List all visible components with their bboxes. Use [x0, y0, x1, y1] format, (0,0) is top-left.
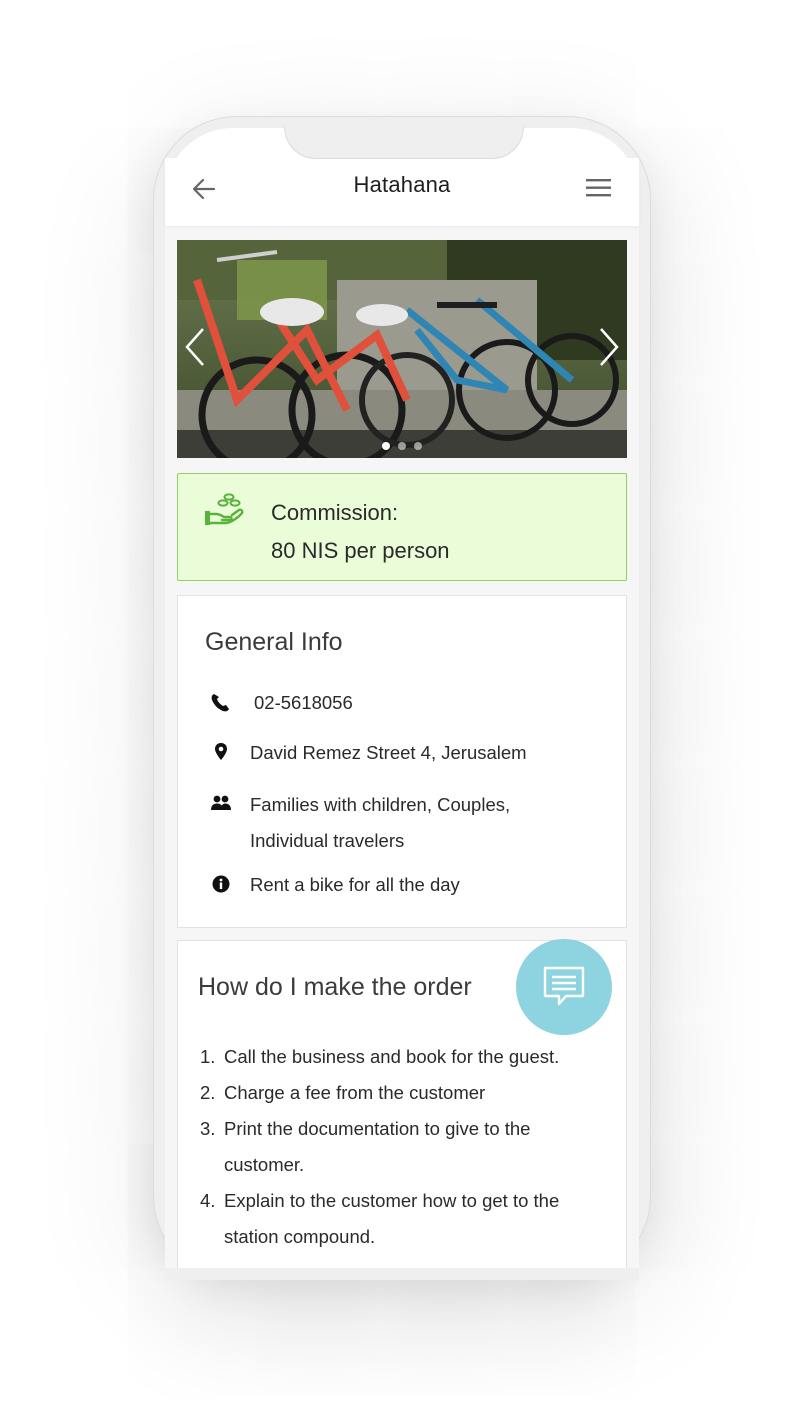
page-title: Hatahana — [353, 172, 451, 197]
general-info-title: General Info — [205, 628, 343, 656]
commission-text: Commission: 80 NIS per person — [271, 494, 450, 570]
order-step-text-continued: customer. — [224, 1154, 305, 1175]
audience-line-2: Individual travelers — [250, 830, 405, 851]
general-info-card: General Info 02-5618056 David Remez Stre… — [177, 595, 627, 928]
app-header: Hatahana — [165, 158, 639, 226]
info-icon — [212, 875, 230, 893]
address-text[interactable]: David Remez Street 4, Jerusalem — [250, 735, 590, 771]
chevron-left-icon — [185, 328, 204, 366]
carousel-prev-button[interactable] — [181, 325, 211, 369]
order-step-number: 3. — [200, 1118, 216, 1139]
carousel-dot-1[interactable] — [382, 442, 390, 450]
order-step: 1. Call the business and book for the gu… — [200, 1039, 620, 1075]
note-text: Rent a bike for all the day — [250, 874, 460, 895]
screen-corner-mask — [165, 1200, 639, 1280]
image-carousel[interactable] — [177, 240, 627, 458]
order-title: How do I make the order — [198, 973, 472, 1001]
phone-number[interactable]: 02-5618056 — [254, 685, 594, 721]
phone-icon — [211, 694, 229, 712]
phone-notch — [284, 127, 524, 159]
order-step-number: 2. — [200, 1082, 216, 1103]
map-pin-icon — [215, 743, 227, 760]
carousel-next-button[interactable] — [593, 325, 623, 369]
commission-banner: Commission: 80 NIS per person — [177, 473, 627, 581]
order-step-text: Charge a fee from the customer — [224, 1082, 486, 1103]
bicycles-photo — [177, 240, 627, 458]
carousel-dot-3[interactable] — [414, 442, 422, 450]
hamburger-menu-icon — [586, 179, 611, 197]
commission-value: 80 NIS per person — [271, 538, 450, 563]
hand-coins-icon — [205, 493, 244, 526]
order-step: 2. Charge a fee from the customer — [200, 1075, 620, 1111]
menu-button[interactable] — [585, 176, 613, 200]
order-step-text: Call the business and book for the guest… — [224, 1046, 560, 1067]
order-step-number: 1. — [200, 1046, 216, 1067]
audience-text: Families with children, Couples, Individ… — [250, 787, 590, 859]
commission-label: Commission: — [271, 500, 399, 525]
order-step: 3. Print the documentation to give to th… — [200, 1111, 620, 1183]
order-step-text: Print the documentation to give to the — [224, 1118, 531, 1139]
chat-button[interactable] — [516, 939, 612, 1035]
carousel-dot-2[interactable] — [398, 442, 406, 450]
chevron-right-icon — [600, 328, 619, 366]
carousel-dots — [177, 442, 627, 450]
chat-bubble-icon — [543, 966, 585, 1006]
audience-line-1: Families with children, Couples, — [250, 794, 511, 815]
people-icon — [211, 795, 231, 810]
